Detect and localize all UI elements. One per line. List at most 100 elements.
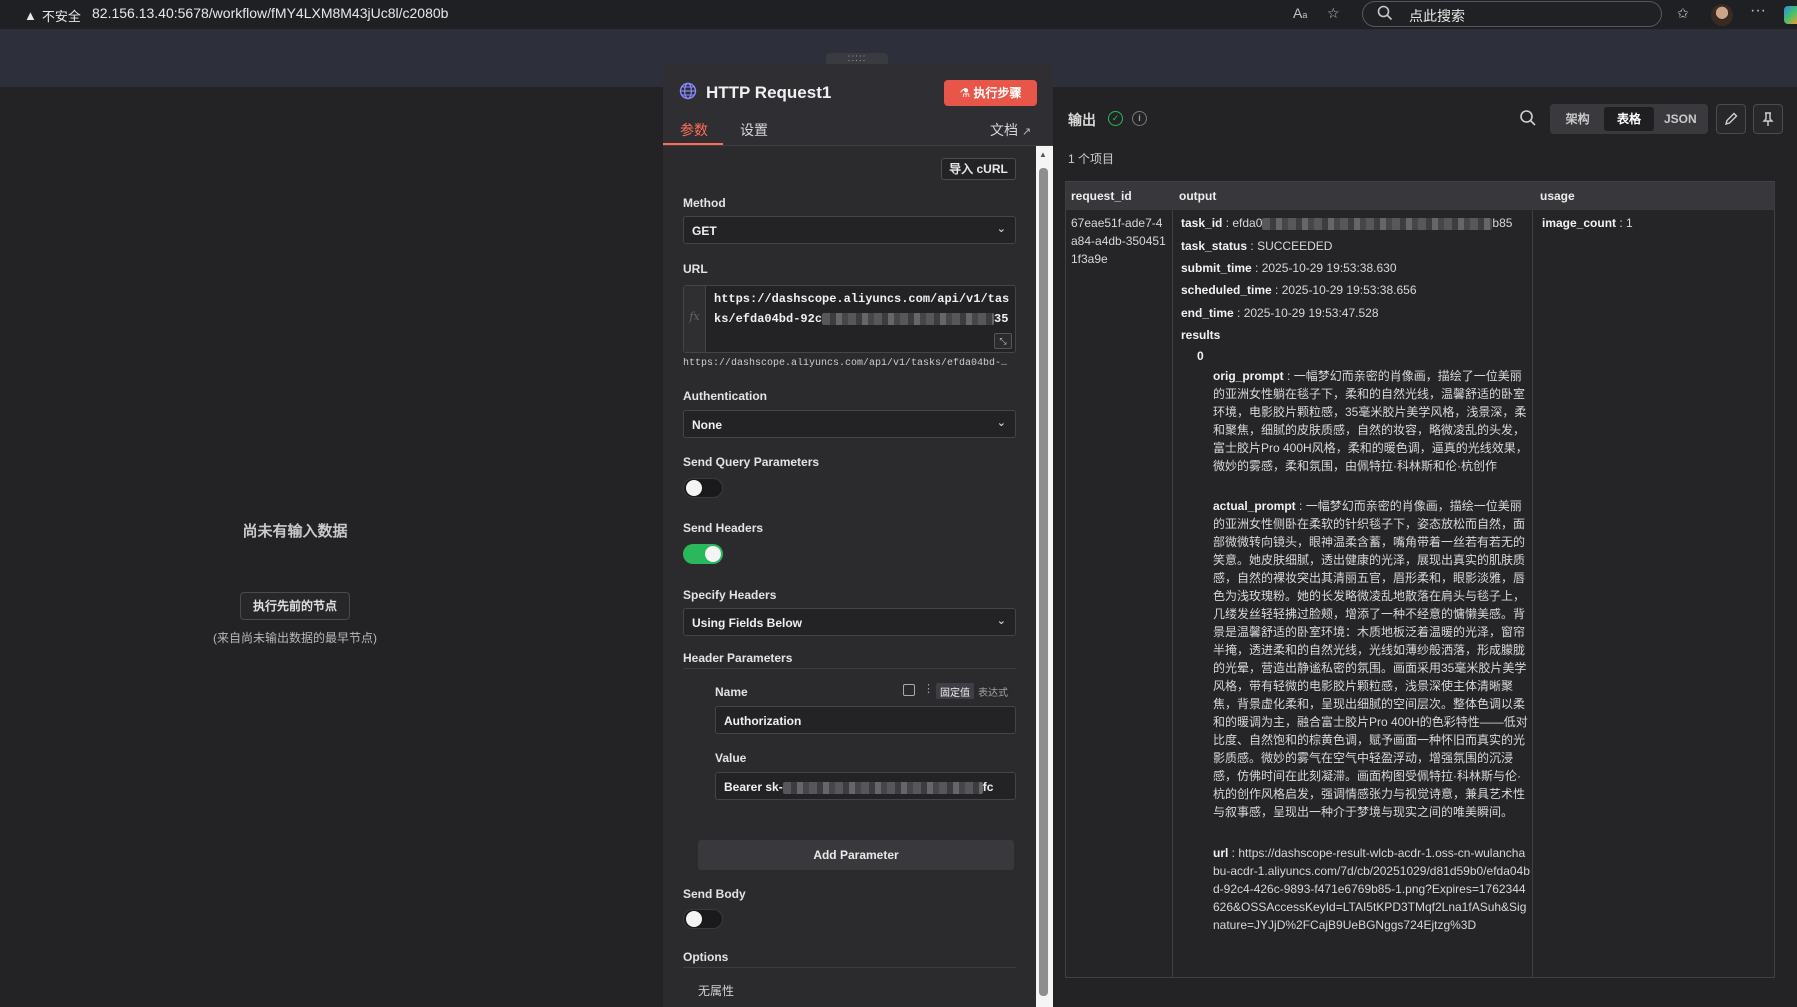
header-name-value: Authorization: [724, 714, 802, 728]
url-value-line2: ks/efda04bd-92c 35: [714, 309, 1014, 329]
url-label: URL: [683, 262, 708, 276]
options-empty: 无属性: [698, 984, 735, 998]
read-aloud-icon[interactable]: Aa: [1293, 5, 1307, 21]
url-value: https://dashscope.aliyuncs.com/api/v1/ta…: [714, 289, 1014, 329]
send-query-label: Send Query Parameters: [683, 455, 820, 469]
output-view-switcher[interactable]: 架构 表格 JSON: [1550, 104, 1708, 134]
view-table[interactable]: 表格: [1604, 107, 1654, 131]
view-json[interactable]: JSON: [1656, 107, 1705, 131]
scroll-up-arrow-icon[interactable]: ▲: [1039, 150, 1047, 159]
task-id-end: b85: [1492, 216, 1513, 230]
sidebar-panel-icon[interactable]: [903, 684, 915, 696]
authentication-select[interactable]: None ⌄: [683, 410, 1016, 438]
column-header-request-id: request_id: [1071, 189, 1132, 203]
output-orig-prompt: orig_prompt : 一幅梦幻而亲密的肖像画，描绘了一位美丽的亚洲女性躺在…: [1213, 369, 1528, 473]
favorite-star-icon[interactable]: ☆: [1327, 5, 1340, 22]
view-schema[interactable]: 架构: [1553, 107, 1602, 131]
edit-output-button[interactable]: [1716, 104, 1746, 134]
submit-time-value: 2025-10-29 19:53:38.630: [1261, 261, 1397, 275]
item-count: 1 个项目: [1068, 152, 1115, 166]
favorites-icon[interactable]: ✩: [1677, 5, 1689, 22]
flask-icon: ⚗: [959, 86, 971, 100]
url-resolved-preview: https://dashscope.aliyuncs.com/api/v1/ta…: [683, 358, 1008, 369]
more-icon[interactable]: ···: [1750, 2, 1766, 20]
authentication-value: None: [692, 418, 722, 432]
section-divider: [683, 668, 1016, 669]
options-label: Options: [683, 950, 729, 964]
output-task-status: task_status : SUCCEEDED: [1181, 239, 1333, 253]
method-select[interactable]: GET ⌄: [683, 216, 1016, 244]
end-time-value: 2025-10-29 19:53:47.528: [1243, 306, 1379, 320]
column-header-usage: usage: [1540, 189, 1575, 203]
fx-expression-icon: fx: [684, 286, 706, 352]
send-query-toggle[interactable]: [683, 478, 723, 498]
authentication-label: Authentication: [683, 389, 767, 403]
run-previous-nodes-button[interactable]: 执行先前的节点: [240, 592, 350, 620]
send-body-toggle[interactable]: [683, 909, 723, 929]
header-value-label: Value: [715, 751, 747, 765]
toggle-knob: [705, 546, 721, 562]
info-icon[interactable]: i: [1132, 111, 1147, 126]
send-headers-toggle[interactable]: [683, 544, 723, 564]
actual-prompt-value: 一幅梦幻而亲密的肖像画，描绘一位美丽的亚洲女性侧卧在柔软的针织毯子下，姿态放松而…: [1213, 499, 1528, 819]
output-submit-time: submit_time : 2025-10-29 19:53:38.630: [1181, 261, 1397, 275]
output-scheduled-time: scheduled_time : 2025-10-29 19:53:38.656: [1181, 283, 1417, 297]
scrollbar-thumb[interactable]: [1039, 168, 1048, 996]
copilot-icon[interactable]: [1784, 6, 1797, 24]
header-value-input[interactable]: Bearer sk-fc: [715, 772, 1016, 800]
node-title[interactable]: HTTP Request1: [706, 83, 831, 103]
header-value-end: fc: [982, 780, 994, 794]
output-url: url : https://dashscope-result-wlcb-acdr…: [1213, 846, 1530, 932]
profile-avatar[interactable]: [1711, 4, 1733, 26]
column-divider: [1172, 210, 1173, 978]
header-name-label: Name: [715, 685, 748, 699]
pin-data-button[interactable]: [1753, 104, 1783, 134]
add-parameter-button[interactable]: Add Parameter: [698, 840, 1014, 870]
active-tab-indicator: [663, 143, 723, 145]
fixed-value-option[interactable]: 固定值: [936, 683, 974, 699]
import-curl-button[interactable]: 导入 cURL: [941, 158, 1016, 180]
specify-headers-select[interactable]: Using Fields Below ⌄: [683, 608, 1016, 636]
send-headers-label: Send Headers: [683, 521, 764, 535]
image-count-value: 1: [1626, 216, 1633, 230]
column-divider: [1532, 210, 1533, 978]
chevron-down-icon: ⌄: [996, 417, 1006, 429]
task-status-value: SUCCEEDED: [1257, 239, 1333, 253]
run-previous-hint: (来自尚未输出数据的最早节点): [213, 631, 377, 645]
docs-link[interactable]: 文档 ↗: [990, 120, 1031, 140]
column-header-output: output: [1179, 189, 1217, 203]
input-empty-title: 尚未有输入数据: [242, 523, 348, 540]
address-bar[interactable]: 82.156.13.40:5678/workflow/fMY4LXM8M43jU…: [92, 5, 448, 21]
output-task-id: task_id : efda0 b85: [1181, 216, 1513, 230]
security-label: 不安全: [41, 9, 81, 24]
output-title: 输出: [1068, 112, 1096, 128]
toggle-knob: [686, 480, 702, 496]
pencil-icon: [1724, 112, 1738, 126]
output-end-time: end_time : 2025-10-29 19:53:47.528: [1181, 306, 1379, 320]
tab-parameters[interactable]: 参数: [680, 120, 708, 140]
header-name-input[interactable]: Authorization: [715, 706, 1016, 734]
docs-label: 文档: [990, 122, 1018, 138]
execute-step-button[interactable]: ⚗ 执行步骤: [944, 80, 1037, 106]
orig-prompt-value: 一幅梦幻而亲密的肖像画，描绘了一位美丽的亚洲女性躺在毯子下，柔和的自然光线，温馨…: [1213, 369, 1528, 473]
redacted-blur: [1262, 217, 1493, 230]
search-icon: [1377, 5, 1393, 24]
scheduled-time-value: 2025-10-29 19:53:38.656: [1281, 283, 1417, 297]
expression-option[interactable]: 表达式: [974, 683, 1012, 699]
specify-headers-value: Using Fields Below: [692, 616, 803, 630]
send-body-label: Send Body: [683, 887, 746, 901]
specify-headers-label: Specify Headers: [683, 588, 777, 602]
toggle-knob: [686, 911, 702, 927]
expand-editor-icon[interactable]: ⤡: [994, 333, 1012, 349]
fixed-expression-toggle[interactable]: 固定值 表达式: [936, 683, 1012, 699]
output-url-value: https://dashscope-result-wlcb-acdr-1.oss…: [1213, 846, 1530, 932]
drag-dots-icon[interactable]: ⋮: [923, 682, 934, 695]
browser-search-box[interactable]: 点此搜索: [1362, 1, 1662, 27]
input-empty-state: 尚未有输入数据: [0, 520, 590, 541]
redacted-blur: [782, 781, 983, 794]
url-value-line2-start: ks/efda04bd-92c: [714, 312, 823, 326]
tab-settings[interactable]: 设置: [740, 120, 768, 140]
execute-step-label: 执行步骤: [973, 86, 1022, 100]
security-warning[interactable]: ▲ 不安全: [24, 6, 81, 25]
search-icon[interactable]: [1519, 109, 1537, 127]
